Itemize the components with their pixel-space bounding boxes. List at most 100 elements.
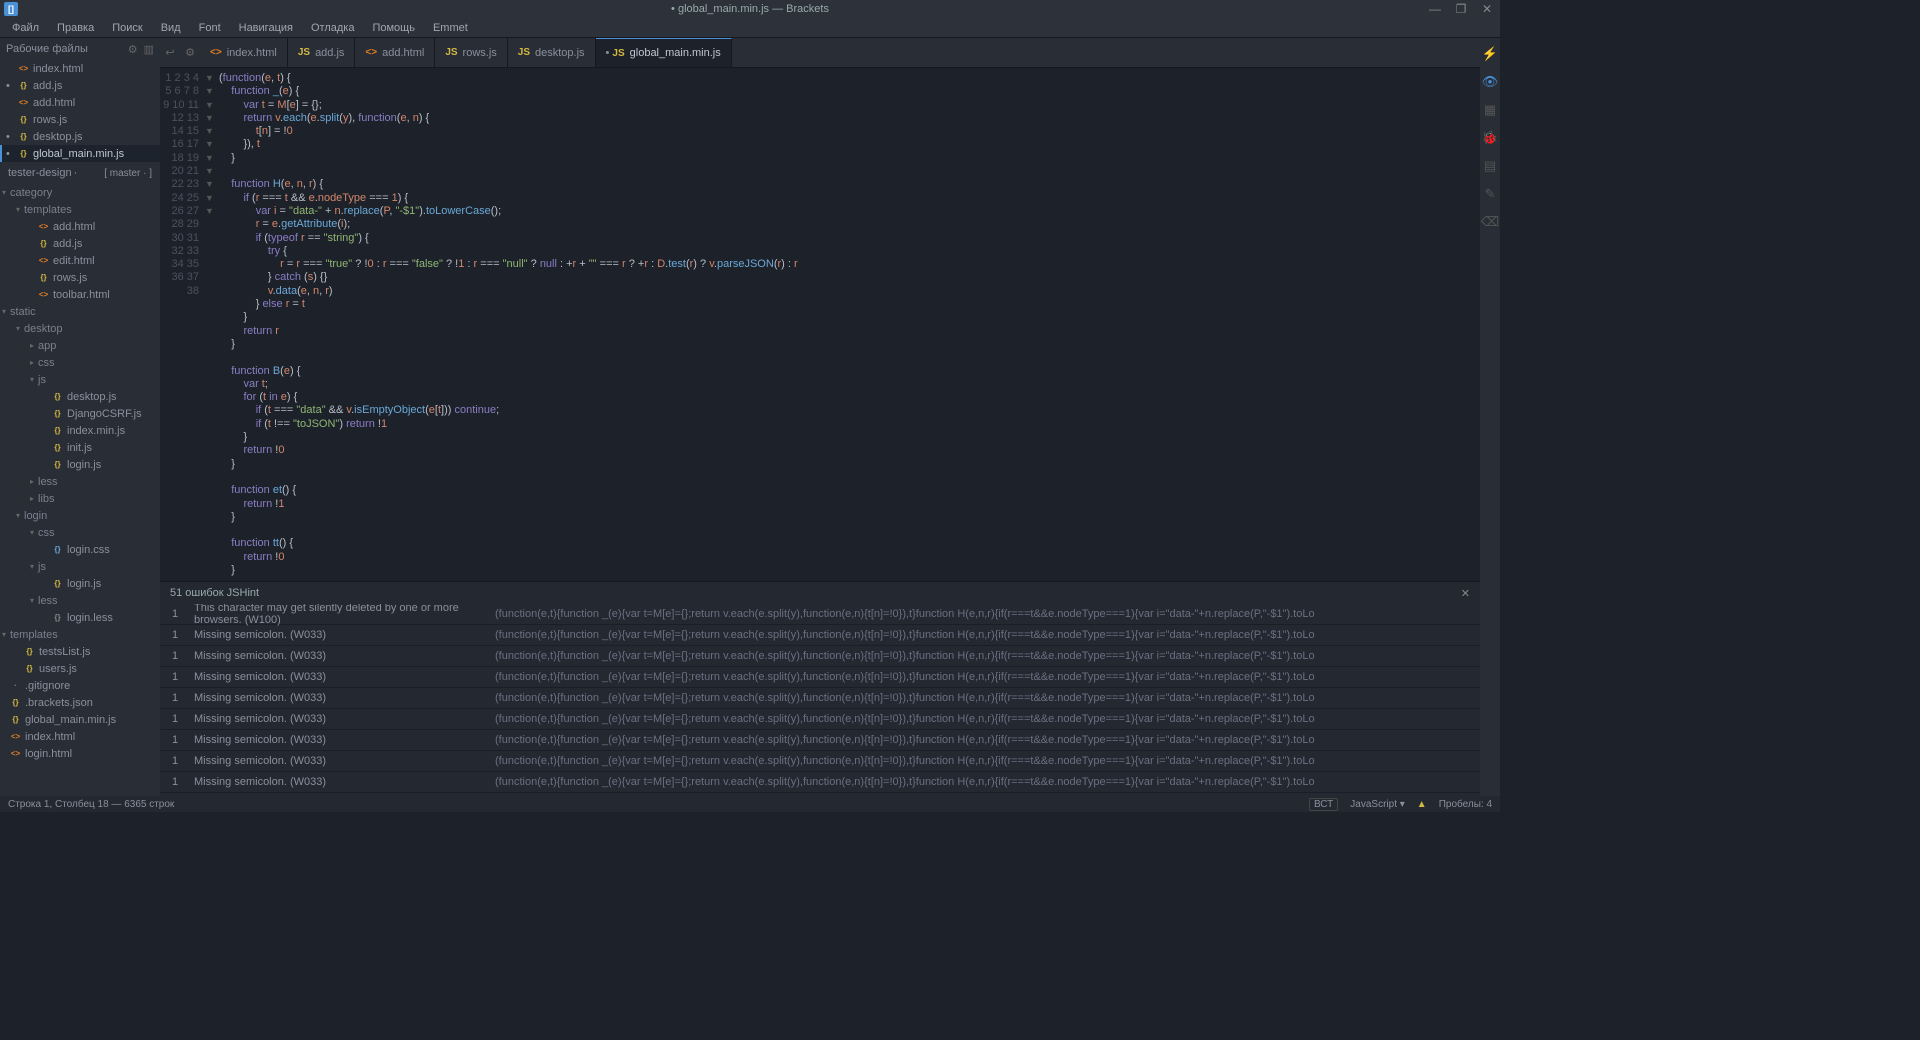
project-name: tester-design [8, 167, 72, 179]
file-item[interactable]: <>edit.html [0, 252, 160, 269]
menu-item[interactable]: Поиск [104, 20, 150, 36]
lint-row[interactable]: 1Missing semicolon. (W033)(function(e,t)… [160, 625, 1480, 646]
menu-item[interactable]: Правка [49, 20, 102, 36]
folder-item[interactable]: ▾js [0, 558, 160, 575]
file-item[interactable]: {}users.js [0, 660, 160, 677]
fold-column[interactable]: ▼ ▼ ▼ ▼ ▼ ▼ ▼ ▼ ▼ ▼ ▼ [205, 68, 219, 581]
warning-icon[interactable]: ▲ [1417, 799, 1427, 810]
menu-item[interactable]: Emmet [425, 20, 476, 36]
nav-back-icon[interactable]: ↩ [160, 38, 180, 67]
app-logo: [] [4, 2, 18, 16]
file-item[interactable]: <>toolbar.html [0, 286, 160, 303]
extensions-icon[interactable]: ▦ [1484, 102, 1496, 118]
folder-item[interactable]: ▾templates [0, 626, 160, 643]
lint-row[interactable]: 1This character may get silently deleted… [160, 604, 1480, 625]
working-files-label: Рабочие файлы [6, 43, 88, 55]
file-item[interactable]: {}add.js [0, 235, 160, 252]
editor-tab[interactable]: JSadd.js [288, 38, 356, 67]
working-file-item[interactable]: {}rows.js [0, 111, 160, 128]
code-editor[interactable]: 1 2 3 4 5 6 7 8 9 10 11 12 13 14 15 16 1… [160, 68, 1480, 581]
close-button[interactable]: ✕ [1474, 2, 1500, 16]
editor-tab[interactable]: JSrows.js [435, 38, 507, 67]
menu-item[interactable]: Файл [4, 20, 47, 36]
file-item[interactable]: {}login.css [0, 541, 160, 558]
file-item[interactable]: {}desktop.js [0, 388, 160, 405]
folder-item[interactable]: ▸libs [0, 490, 160, 507]
file-item[interactable]: {}init.js [0, 439, 160, 456]
gear-icon[interactable]: ⚙ [128, 43, 138, 56]
folder-item[interactable]: ▾less [0, 592, 160, 609]
file-item[interactable]: {}rows.js [0, 269, 160, 286]
working-file-item[interactable]: <>index.html [0, 60, 160, 77]
editor-tab[interactable]: JSglobal_main.min.js [596, 38, 732, 67]
working-file-item[interactable]: {}global_main.min.js [0, 145, 160, 162]
lint-row[interactable]: 1Missing semicolon. (W033)(function(e,t)… [160, 646, 1480, 667]
menu-item[interactable]: Навигация [231, 20, 301, 36]
lint-row[interactable]: 1Missing semicolon. (W033)(function(e,t)… [160, 730, 1480, 751]
file-item[interactable]: {}testsList.js [0, 643, 160, 660]
eye-icon[interactable]: 👁 [1482, 74, 1499, 90]
lint-message: Missing semicolon. (W033) [190, 650, 495, 662]
folder-item[interactable]: ▸css [0, 354, 160, 371]
working-file-item[interactable]: {}add.js [0, 77, 160, 94]
bug-icon[interactable]: 🐞 [1482, 130, 1498, 146]
folder-item[interactable]: ▾desktop [0, 320, 160, 337]
folder-item[interactable]: ▾static [0, 303, 160, 320]
insert-mode[interactable]: ВСТ [1309, 798, 1338, 811]
editor-tab[interactable]: <>add.html [355, 38, 435, 67]
working-file-item[interactable]: <>add.html [0, 94, 160, 111]
menu-item[interactable]: Font [191, 20, 229, 36]
file-item[interactable]: {}DjangoCSRF.js [0, 405, 160, 422]
lint-row[interactable]: 1Missing semicolon. (W033)(function(e,t)… [160, 772, 1480, 793]
chevron-icon: ▾ [2, 630, 6, 639]
split-icon[interactable]: ▥ [144, 43, 154, 56]
project-header[interactable]: tester-design · [ master · ] [0, 162, 160, 184]
code-content[interactable]: (function(e, t) { function _(e) { var t … [219, 68, 1480, 581]
lint-row[interactable]: 1Missing semicolon. (W033)(function(e,t)… [160, 709, 1480, 730]
working-file-item[interactable]: {}desktop.js [0, 128, 160, 145]
file-item[interactable]: {}login.less [0, 609, 160, 626]
file-item[interactable]: {}.brackets.json [0, 694, 160, 711]
file-item[interactable]: <>login.html [0, 745, 160, 762]
editor-tab[interactable]: JSdesktop.js [508, 38, 596, 67]
folder-item[interactable]: ▾category [0, 184, 160, 201]
folder-item[interactable]: ▸app [0, 337, 160, 354]
lint-row[interactable]: 1Missing semicolon. (W033)(function(e,t)… [160, 667, 1480, 688]
item-label: .brackets.json [25, 697, 93, 709]
brush-icon[interactable]: ✎ [1485, 186, 1496, 202]
folder-item[interactable]: ▾css [0, 524, 160, 541]
cursor-position[interactable]: Строка 1, Столбец 18 — 6365 строк [8, 799, 174, 810]
lint-row[interactable]: 1Missing semicolon. (W033)(function(e,t)… [160, 751, 1480, 772]
folder-item[interactable]: ▾js [0, 371, 160, 388]
language-mode[interactable]: JavaScript ▾ [1350, 799, 1405, 810]
chevron-icon: ▾ [16, 324, 20, 333]
clean-icon[interactable]: ⌫ [1481, 214, 1499, 230]
folder-item[interactable]: ▾templates [0, 201, 160, 218]
chevron-icon: ▸ [30, 358, 34, 367]
menu-item[interactable]: Вид [153, 20, 189, 36]
file-item[interactable]: ·.gitignore [0, 677, 160, 694]
item-label: DjangoCSRF.js [67, 408, 142, 420]
file-item[interactable]: <>add.html [0, 218, 160, 235]
close-icon[interactable]: ✕ [1461, 587, 1470, 600]
layers-icon[interactable]: ▤ [1484, 158, 1496, 174]
folder-item[interactable]: ▾login [0, 507, 160, 524]
gear-icon[interactable]: ⚙ [180, 38, 200, 67]
file-item[interactable]: <>index.html [0, 728, 160, 745]
item-label: less [38, 595, 58, 607]
item-label: login.html [25, 748, 72, 760]
folder-item[interactable]: ▸less [0, 473, 160, 490]
minimize-button[interactable]: — [1422, 2, 1448, 16]
file-item[interactable]: {}login.js [0, 456, 160, 473]
maximize-button[interactable]: ❐ [1448, 2, 1474, 16]
menu-item[interactable]: Помощь [364, 20, 423, 36]
indent-setting[interactable]: Пробелы: 4 [1439, 799, 1492, 810]
file-item[interactable]: {}global_main.min.js [0, 711, 160, 728]
file-item[interactable]: {}index.min.js [0, 422, 160, 439]
live-preview-icon[interactable]: ⚡ [1482, 46, 1498, 62]
lint-row[interactable]: 1Missing semicolon. (W033)(function(e,t)… [160, 688, 1480, 709]
editor-tab[interactable]: <>index.html [200, 38, 288, 67]
file-item[interactable]: {}login.js [0, 575, 160, 592]
chevron-icon: ▸ [30, 477, 34, 486]
menu-item[interactable]: Отладка [303, 20, 362, 36]
